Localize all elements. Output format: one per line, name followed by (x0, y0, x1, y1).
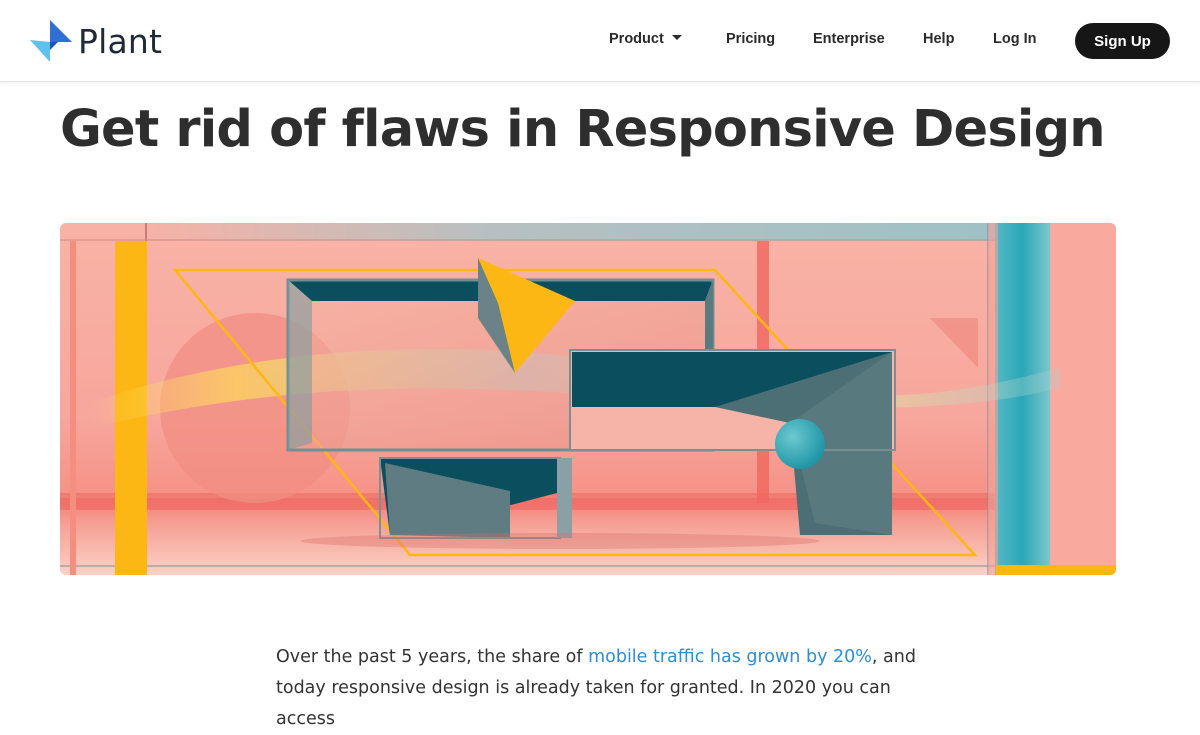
intro-text-end: , and (871, 647, 916, 667)
logo[interactable]: Plant (30, 20, 162, 62)
nav-product-label: Product (609, 31, 664, 47)
nav-enterprise[interactable]: Enterprise (813, 31, 885, 47)
hero-image (60, 223, 1116, 575)
top-navbar: Plant Product Pricing Enterprise Help Lo… (0, 0, 1200, 82)
mobile-traffic-link[interactable]: mobile traffic has grown by 20% (588, 647, 872, 667)
login-link[interactable]: Log In (993, 31, 1037, 47)
brand-name: Plant (78, 21, 163, 61)
abstract-geometric-illustration (60, 223, 1116, 575)
nav-product[interactable]: Product (609, 31, 682, 47)
signup-button[interactable]: Sign Up (1075, 23, 1170, 59)
intro-text-start: Over the past 5 years, the share of (276, 647, 589, 667)
plant-logo-icon (30, 20, 72, 62)
intro-text-line2: today responsive design is already taken… (276, 678, 891, 729)
article-intro: Over the past 5 years, the share of mobi… (276, 642, 936, 735)
page-title: Get rid of flaws in Responsive Design (60, 100, 1106, 159)
nav-help[interactable]: Help (923, 31, 954, 47)
caret-down-icon (671, 35, 682, 40)
nav-pricing[interactable]: Pricing (726, 31, 775, 47)
